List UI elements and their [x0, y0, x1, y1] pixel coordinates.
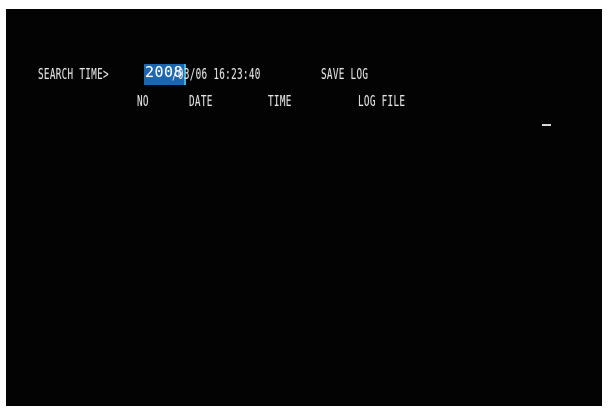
search-time-label: SEARCH TIME> — [38, 65, 109, 83]
text-cursor — [542, 124, 551, 126]
save-log-button[interactable]: SAVE LOG — [321, 66, 368, 83]
column-header-date: DATE — [189, 92, 213, 110]
dvr-log-screen: SEARCH TIME> 2008 /03/06 16:23:40 SAVE L… — [6, 9, 602, 406]
column-header-no: NO — [137, 92, 149, 110]
column-header-time: TIME — [268, 92, 292, 110]
column-header-log-file: LOG FILE — [358, 92, 406, 110]
search-datetime-field[interactable]: /03/06 16:23:40 — [172, 66, 261, 83]
